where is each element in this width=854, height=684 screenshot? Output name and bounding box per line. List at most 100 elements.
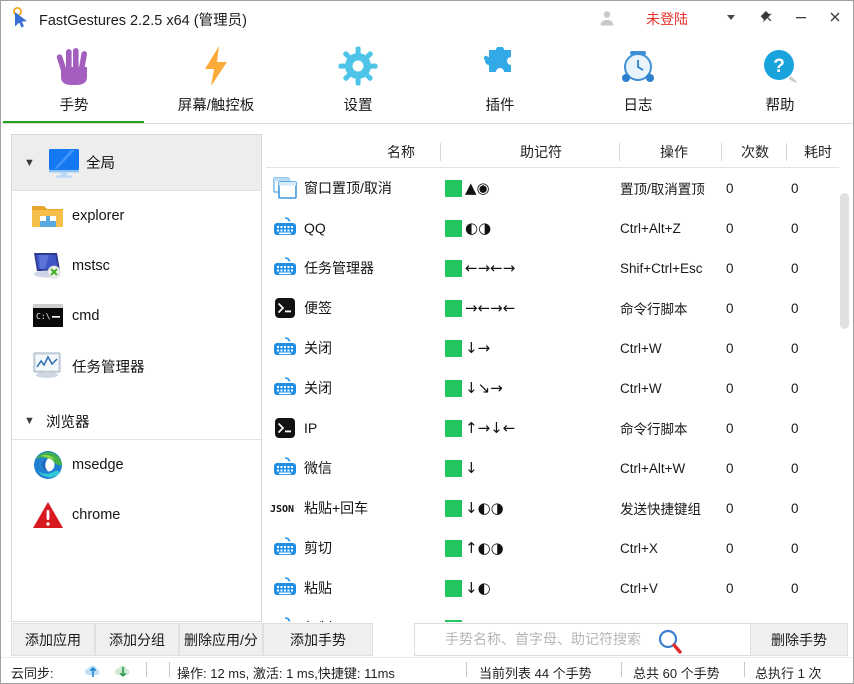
- sidebar-item-cmd[interactable]: C:\ cmd: [12, 291, 261, 341]
- table-body: 窗口置顶/取消▲◉置顶/取消置顶00QQ◐◑Ctrl+Alt+Z00任务管理器←…: [266, 168, 851, 622]
- table-row[interactable]: JSON粘贴+回车↓◐◑发送快捷键组00: [266, 488, 851, 528]
- sidebar-item-task-manager[interactable]: 任务管理器: [12, 341, 261, 391]
- search-icon[interactable]: [655, 627, 685, 660]
- gesture-operation: Shif+Ctrl+Esc: [620, 261, 724, 276]
- column-header-time[interactable]: 耗时: [788, 142, 848, 162]
- gesture-count: 0: [726, 501, 786, 516]
- keyboard-icon: [268, 217, 302, 239]
- gesture-time: 0: [791, 461, 841, 476]
- keyboard-icon: [268, 457, 302, 479]
- task-manager-icon: [24, 351, 72, 381]
- folder-icon: [24, 202, 72, 230]
- column-header-name[interactable]: 名称: [326, 142, 476, 162]
- application-window: FastGestures 2.2.5 x64 (管理员) 未登陆: [0, 0, 854, 684]
- tab-label: 帮助: [766, 94, 795, 115]
- search-input[interactable]: [443, 630, 667, 648]
- column-header-operation[interactable]: 操作: [624, 142, 724, 162]
- gesture-name: 任务管理器: [304, 258, 434, 278]
- tab-settings[interactable]: 设置: [287, 34, 429, 123]
- cloud-upload-icon[interactable]: [83, 661, 103, 684]
- chevron-down-icon[interactable]: [717, 5, 745, 29]
- mnemonic-glyphs: ↓◐◑: [465, 501, 504, 516]
- table-row[interactable]: 窗口置顶/取消▲◉置顶/取消置顶00: [266, 168, 851, 208]
- gesture-mnemonic: ↓◐: [445, 580, 615, 597]
- tab-screen-touchpad[interactable]: 屏幕/触控板: [145, 34, 287, 123]
- gesture-time: 0: [791, 301, 841, 316]
- sidebar-group-browsers[interactable]: ▼ 浏览器: [12, 403, 261, 439]
- mnemonic-glyphs: ↓↘→: [465, 381, 503, 396]
- add-app-button[interactable]: 添加应用: [11, 623, 95, 656]
- gesture-name: 复制: [304, 618, 434, 622]
- gesture-operation: Ctrl+Alt+Z: [620, 221, 724, 236]
- gesture-time: 0: [791, 421, 841, 436]
- user-avatar-icon[interactable]: [598, 9, 616, 27]
- gesture-operation: Ctrl+C: [620, 621, 724, 623]
- login-status[interactable]: 未登陆: [646, 9, 688, 29]
- gesture-name: 便签: [304, 298, 434, 318]
- gesture-count: 0: [726, 341, 786, 356]
- gesture-mnemonic: ↓↘→: [445, 380, 615, 397]
- add-group-button[interactable]: 添加分组: [95, 623, 179, 656]
- chevron-down-icon[interactable]: ▼: [24, 415, 42, 427]
- column-header-mnemonic[interactable]: 助记符: [461, 142, 621, 162]
- gesture-count: 0: [726, 461, 786, 476]
- sidebar-group-global[interactable]: ▼ 全局: [12, 135, 261, 190]
- mnemonic-glyphs: ◐◑: [465, 221, 491, 236]
- sidebar-item-label: msedge: [72, 457, 124, 473]
- minimize-button[interactable]: [787, 5, 815, 29]
- svg-text:?: ?: [773, 56, 785, 77]
- warning-icon: [24, 500, 72, 530]
- gesture-operation: 命令行脚本: [620, 418, 724, 438]
- gesture-time: 0: [791, 501, 841, 516]
- mnemonic-color-swatch: [445, 180, 462, 197]
- delete-app-button[interactable]: 删除应用/分: [179, 623, 263, 656]
- column-header-count[interactable]: 次数: [724, 142, 786, 162]
- sidebar-group-label: 全局: [86, 152, 115, 173]
- gesture-count: 0: [726, 621, 786, 623]
- table-scrollbar[interactable]: [839, 167, 851, 622]
- sidebar-item-chrome[interactable]: chrome: [12, 490, 261, 540]
- sidebar-item-mstsc[interactable]: mstsc: [12, 241, 261, 291]
- main-tab-strip: 手势 屏幕/触控板: [1, 34, 853, 124]
- table-row[interactable]: 关闭↓→Ctrl+W00: [266, 328, 851, 368]
- cloud-download-icon[interactable]: [113, 661, 133, 684]
- mnemonic-color-swatch: [445, 220, 462, 237]
- table-scrollbar-thumb[interactable]: [840, 193, 849, 329]
- sidebar-item-explorer[interactable]: explorer: [12, 191, 261, 241]
- app-group-sidebar[interactable]: ▼ 全局: [11, 134, 262, 622]
- table-row[interactable]: 关闭↓↘→Ctrl+W00: [266, 368, 851, 408]
- table-row[interactable]: 剪切↑◐◑Ctrl+X00: [266, 528, 851, 568]
- gesture-mnemonic: ↓: [445, 460, 615, 477]
- table-header: 名称 助记符 操作 次数 耗时: [266, 137, 851, 168]
- gesture-mnemonic: ↑◐◑: [445, 540, 615, 557]
- mnemonic-color-swatch: [445, 300, 462, 317]
- tab-gestures[interactable]: 手势: [3, 34, 145, 123]
- table-row[interactable]: 便签→←→←命令行脚本00: [266, 288, 851, 328]
- gesture-name: 剪切: [304, 538, 434, 558]
- table-row[interactable]: 微信↓Ctrl+Alt+W00: [266, 448, 851, 488]
- bottom-toolbar: 添加应用 添加分组 删除应用/分 添加手势 删除手势: [1, 623, 853, 657]
- gesture-name: 粘贴+回车: [304, 498, 434, 518]
- tab-help[interactable]: ? 帮助: [709, 34, 851, 123]
- tab-plugins[interactable]: 插件: [429, 34, 571, 123]
- table-row[interactable]: QQ◐◑Ctrl+Alt+Z00: [266, 208, 851, 248]
- pin-icon[interactable]: [753, 5, 781, 29]
- tab-log[interactable]: 日志: [567, 34, 709, 123]
- mnemonic-glyphs: ▲◉: [465, 181, 490, 196]
- gesture-count: 0: [726, 541, 786, 556]
- table-row[interactable]: 任务管理器←→←→Shif+Ctrl+Esc00: [266, 248, 851, 288]
- keyboard-icon: [268, 257, 302, 279]
- add-gesture-button[interactable]: 添加手势: [263, 623, 373, 656]
- delete-gesture-button[interactable]: 删除手势: [750, 623, 848, 656]
- mnemonic-color-swatch: [445, 540, 462, 557]
- chevron-down-icon[interactable]: ▼: [24, 157, 42, 169]
- gesture-mnemonic: ←→←→: [445, 260, 615, 277]
- table-row[interactable]: IP↑→↓←命令行脚本00: [266, 408, 851, 448]
- console-icon: [268, 417, 302, 439]
- sidebar-item-msedge[interactable]: msedge: [12, 440, 261, 490]
- table-row[interactable]: 复制↑◐Ctrl+C00: [266, 608, 851, 622]
- close-button[interactable]: [821, 5, 849, 29]
- puzzle-icon: [481, 40, 519, 92]
- gesture-operation: Ctrl+V: [620, 581, 724, 596]
- table-row[interactable]: 粘贴↓◐Ctrl+V00: [266, 568, 851, 608]
